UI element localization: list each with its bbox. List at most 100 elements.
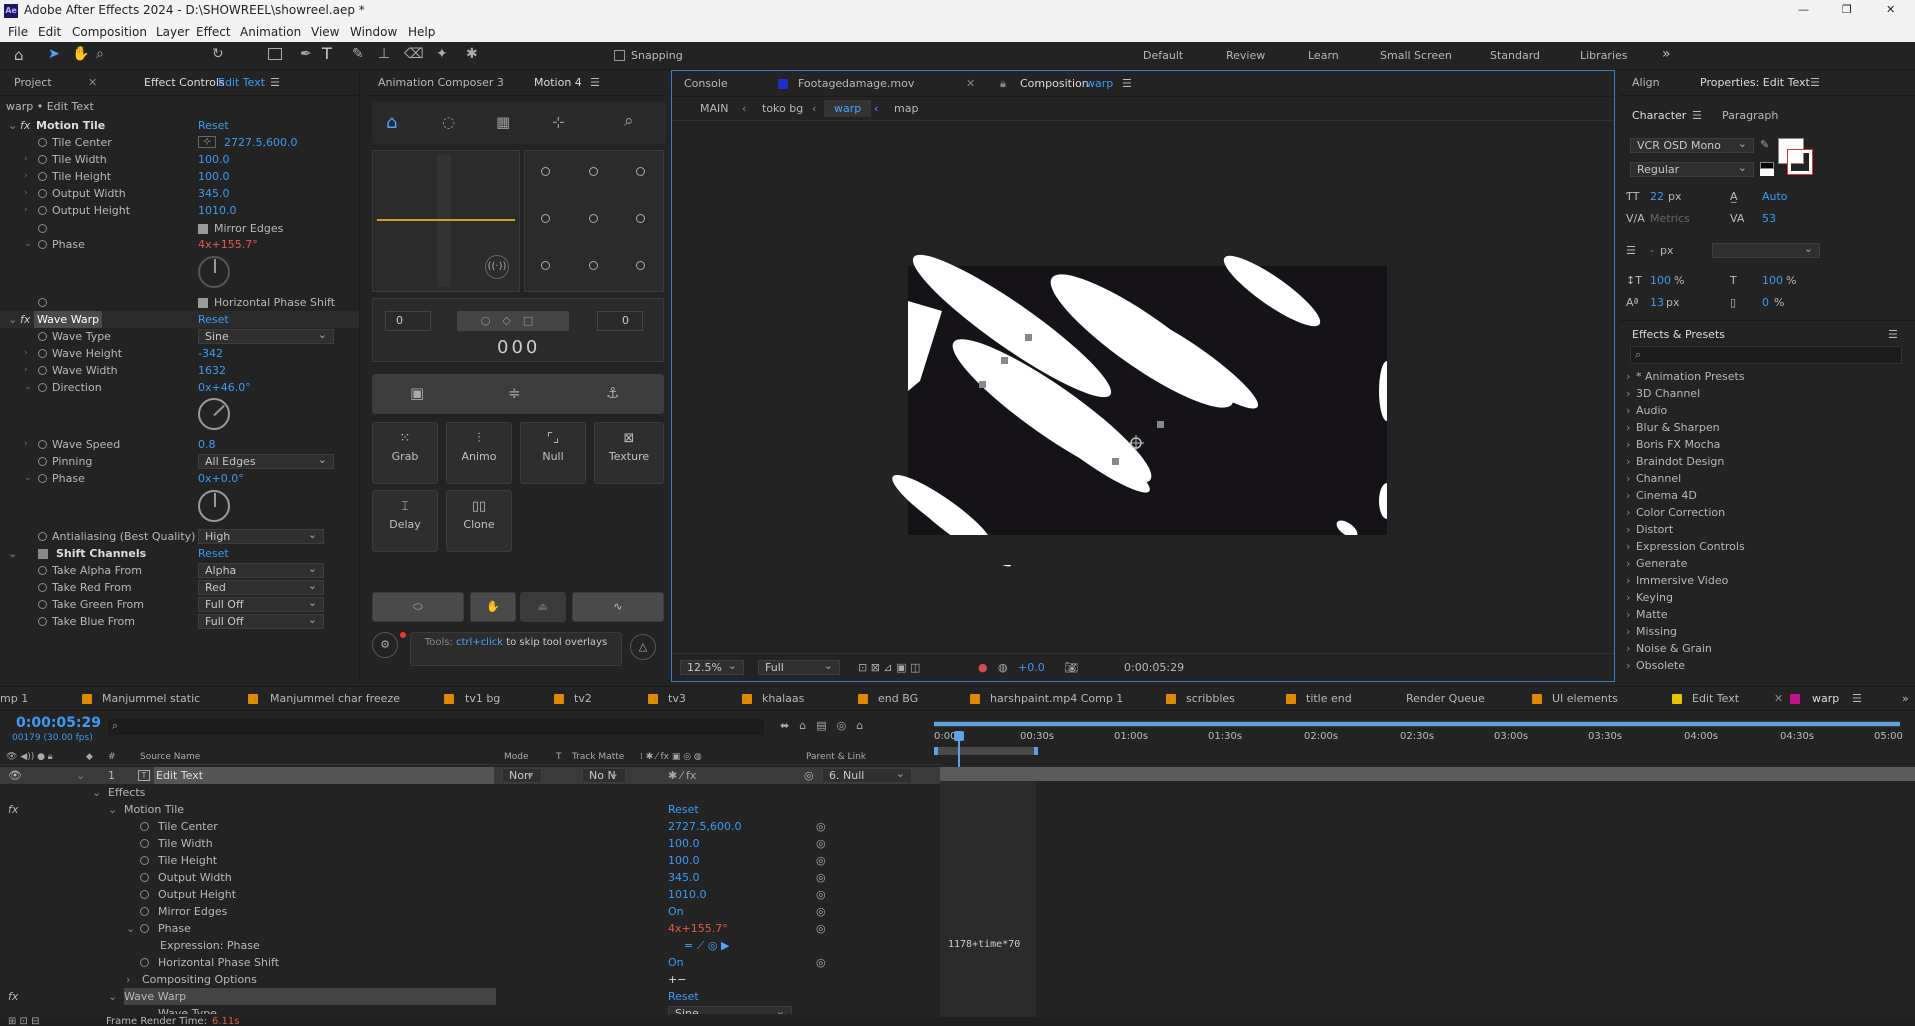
stopwatch-icon[interactable] bbox=[38, 240, 47, 249]
panel-menu-icon[interactable]: ☰ bbox=[1122, 71, 1132, 97]
stopwatch-icon[interactable] bbox=[140, 839, 149, 848]
tl-tile-height-value[interactable]: 100.0 bbox=[668, 852, 700, 869]
expression-text[interactable]: 1178+time*70 bbox=[948, 939, 1020, 950]
twirl-icon[interactable]: ⌄ bbox=[24, 379, 32, 396]
panel-menu-icon[interactable]: ☰ bbox=[590, 70, 600, 96]
menu-view[interactable]: View bbox=[311, 25, 339, 39]
menu-effect[interactable]: Effect bbox=[196, 25, 231, 39]
crosshair-icon[interactable]: ⊹ bbox=[198, 136, 216, 148]
vertical-scale-value[interactable]: 100 bbox=[1650, 274, 1671, 287]
tab-close-icon[interactable]: ✕ bbox=[1774, 687, 1783, 711]
motion-tile-reset[interactable]: Reset bbox=[668, 801, 699, 818]
eraser-tool-icon[interactable]: ⌫ bbox=[404, 46, 424, 62]
stopwatch-icon[interactable] bbox=[38, 600, 47, 609]
breadcrumb-warp[interactable]: warp bbox=[824, 100, 872, 117]
pickwhip-icon[interactable]: ◎ bbox=[816, 954, 826, 971]
stopwatch-icon[interactable] bbox=[140, 822, 149, 831]
wave-phase-value[interactable]: 0x+0.0° bbox=[198, 470, 244, 487]
layer-row[interactable]: 👁︎ ⌄ 1 T Edit Text Norr No N ✱ ⁄ fx ◎ 6.… bbox=[0, 767, 940, 784]
list-item[interactable]: › Keying bbox=[1620, 589, 1915, 606]
fx-icon[interactable]: fx bbox=[8, 801, 18, 818]
stopwatch-icon[interactable] bbox=[38, 566, 47, 575]
twirl-icon[interactable]: › bbox=[24, 345, 28, 362]
tab-comp[interactable]: mp 1 bbox=[0, 687, 28, 711]
stopwatch-icon[interactable] bbox=[38, 457, 47, 466]
snap-tool-icon[interactable]: ⬭ bbox=[372, 592, 464, 622]
minimize-button[interactable]: — bbox=[1798, 3, 1809, 16]
tab-comp[interactable]: tv2 bbox=[574, 687, 592, 711]
anchor-dot[interactable] bbox=[636, 261, 645, 270]
layer-bar[interactable] bbox=[940, 767, 1915, 781]
twirl-icon[interactable]: › bbox=[24, 151, 28, 168]
list-item[interactable]: › Missing bbox=[1620, 623, 1915, 640]
font-family-select[interactable]: VCR OSD Mono bbox=[1630, 137, 1754, 153]
take-green-select[interactable]: Full Off bbox=[198, 596, 324, 612]
stopwatch-icon[interactable] bbox=[140, 890, 149, 899]
search-icon[interactable]: ⌕ bbox=[624, 111, 634, 131]
wave-phase-dial[interactable] bbox=[198, 490, 230, 522]
anchor-dot[interactable] bbox=[589, 261, 598, 270]
panel-menu-icon[interactable]: ☰ bbox=[1888, 321, 1898, 349]
menu-composition[interactable]: Composition bbox=[72, 25, 147, 39]
anchor-dot[interactable] bbox=[589, 167, 598, 176]
list-item[interactable]: › Matte bbox=[1620, 606, 1915, 623]
stroke-color-swatch[interactable] bbox=[1787, 149, 1813, 175]
pickwhip-icon[interactable]: ◎ bbox=[816, 920, 826, 937]
exposure-icon[interactable]: ◍ bbox=[998, 658, 1008, 678]
stopwatch-icon[interactable] bbox=[38, 617, 47, 626]
tab-comp[interactable]: Manjummel static bbox=[102, 687, 200, 711]
shift-channels-reset[interactable]: Reset bbox=[198, 545, 229, 562]
kerning-value[interactable]: Metrics bbox=[1650, 212, 1690, 225]
eye-icon[interactable]: 👁︎ bbox=[8, 767, 22, 784]
type-tool-icon[interactable]: T bbox=[322, 44, 332, 63]
tab-comp[interactable]: title end bbox=[1306, 687, 1352, 711]
horizontal-scale-value[interactable]: 100 bbox=[1762, 274, 1783, 287]
maximize-button[interactable]: ❐ bbox=[1842, 3, 1852, 16]
twirl-icon[interactable]: ⌄ bbox=[24, 236, 32, 253]
tab-paragraph[interactable]: Paragraph bbox=[1722, 106, 1778, 126]
warning-icon[interactable]: △ bbox=[630, 634, 656, 660]
list-item[interactable]: › Boris FX Mocha bbox=[1620, 436, 1915, 453]
pickwhip-icon[interactable]: ◎ bbox=[816, 835, 826, 852]
close-button[interactable]: ✕ bbox=[1886, 3, 1895, 16]
menu-animation[interactable]: Animation bbox=[240, 25, 301, 39]
zoom-tool-icon[interactable]: ⌕ bbox=[96, 46, 104, 62]
drop-icon[interactable]: ◌ bbox=[442, 113, 455, 131]
brush-tool-icon[interactable]: ✎ bbox=[352, 46, 364, 62]
stopwatch-icon[interactable] bbox=[38, 332, 47, 341]
pickwhip-icon[interactable]: ◎ bbox=[816, 818, 826, 835]
expand-icon[interactable]: ⌄ bbox=[126, 920, 135, 937]
layer-name[interactable]: Edit Text bbox=[154, 767, 494, 784]
workspace-learn[interactable]: Learn bbox=[1308, 49, 1339, 62]
tl-tile-width-value[interactable]: 100.0 bbox=[668, 835, 700, 852]
expand-icon[interactable]: ⌄ bbox=[108, 988, 117, 1005]
tab-comp[interactable]: end BG bbox=[878, 687, 918, 711]
horizontal-phase-shift-checkbox[interactable] bbox=[198, 298, 208, 308]
pickwhip-icon[interactable]: ◎ bbox=[816, 903, 826, 920]
col-mode[interactable]: Mode bbox=[504, 749, 529, 765]
stopwatch-icon[interactable] bbox=[38, 172, 47, 181]
workspace-review[interactable]: Review bbox=[1226, 49, 1265, 62]
left-counter[interactable]: 0 bbox=[385, 311, 431, 331]
stopwatch-icon[interactable] bbox=[38, 383, 47, 392]
tab-comp[interactable]: UI elements bbox=[1552, 687, 1618, 711]
leading-value[interactable]: Auto bbox=[1762, 190, 1788, 203]
stopwatch-icon[interactable] bbox=[38, 474, 47, 483]
tl-output-width-row[interactable]: Output Width 345.0 ◎ bbox=[0, 869, 940, 886]
effects-group-row[interactable]: ⌄ Effects bbox=[0, 784, 940, 801]
motion-tile-tl-row[interactable]: fx ⌄ Motion Tile Reset bbox=[0, 801, 940, 818]
tab-properties[interactable]: Properties: Edit Text bbox=[1700, 70, 1810, 96]
anchor-dot[interactable] bbox=[636, 167, 645, 176]
direction-value[interactable]: 0x+46.0° bbox=[198, 379, 251, 396]
tab-comp[interactable]: Manjummel char freeze bbox=[270, 687, 400, 711]
tl-output-height-value[interactable]: 1010.0 bbox=[668, 886, 707, 903]
stopwatch-icon[interactable] bbox=[38, 138, 47, 147]
tl-hps-value[interactable]: On bbox=[668, 954, 684, 971]
region-icon[interactable]: ⊡ ⊠ ⊿ ▣ ◫ bbox=[858, 658, 920, 678]
footer-icons[interactable]: ⊞ ⊡ ⊟ bbox=[8, 1017, 40, 1026]
tab-comp[interactable]: khalaas bbox=[762, 687, 804, 711]
col-parent[interactable]: Parent & Link bbox=[806, 749, 866, 765]
expand-icon[interactable]: ⌄ bbox=[76, 767, 85, 784]
workspace-default[interactable]: Default bbox=[1143, 49, 1183, 62]
snapshot-icon[interactable]: 📷︎ bbox=[1064, 658, 1078, 678]
